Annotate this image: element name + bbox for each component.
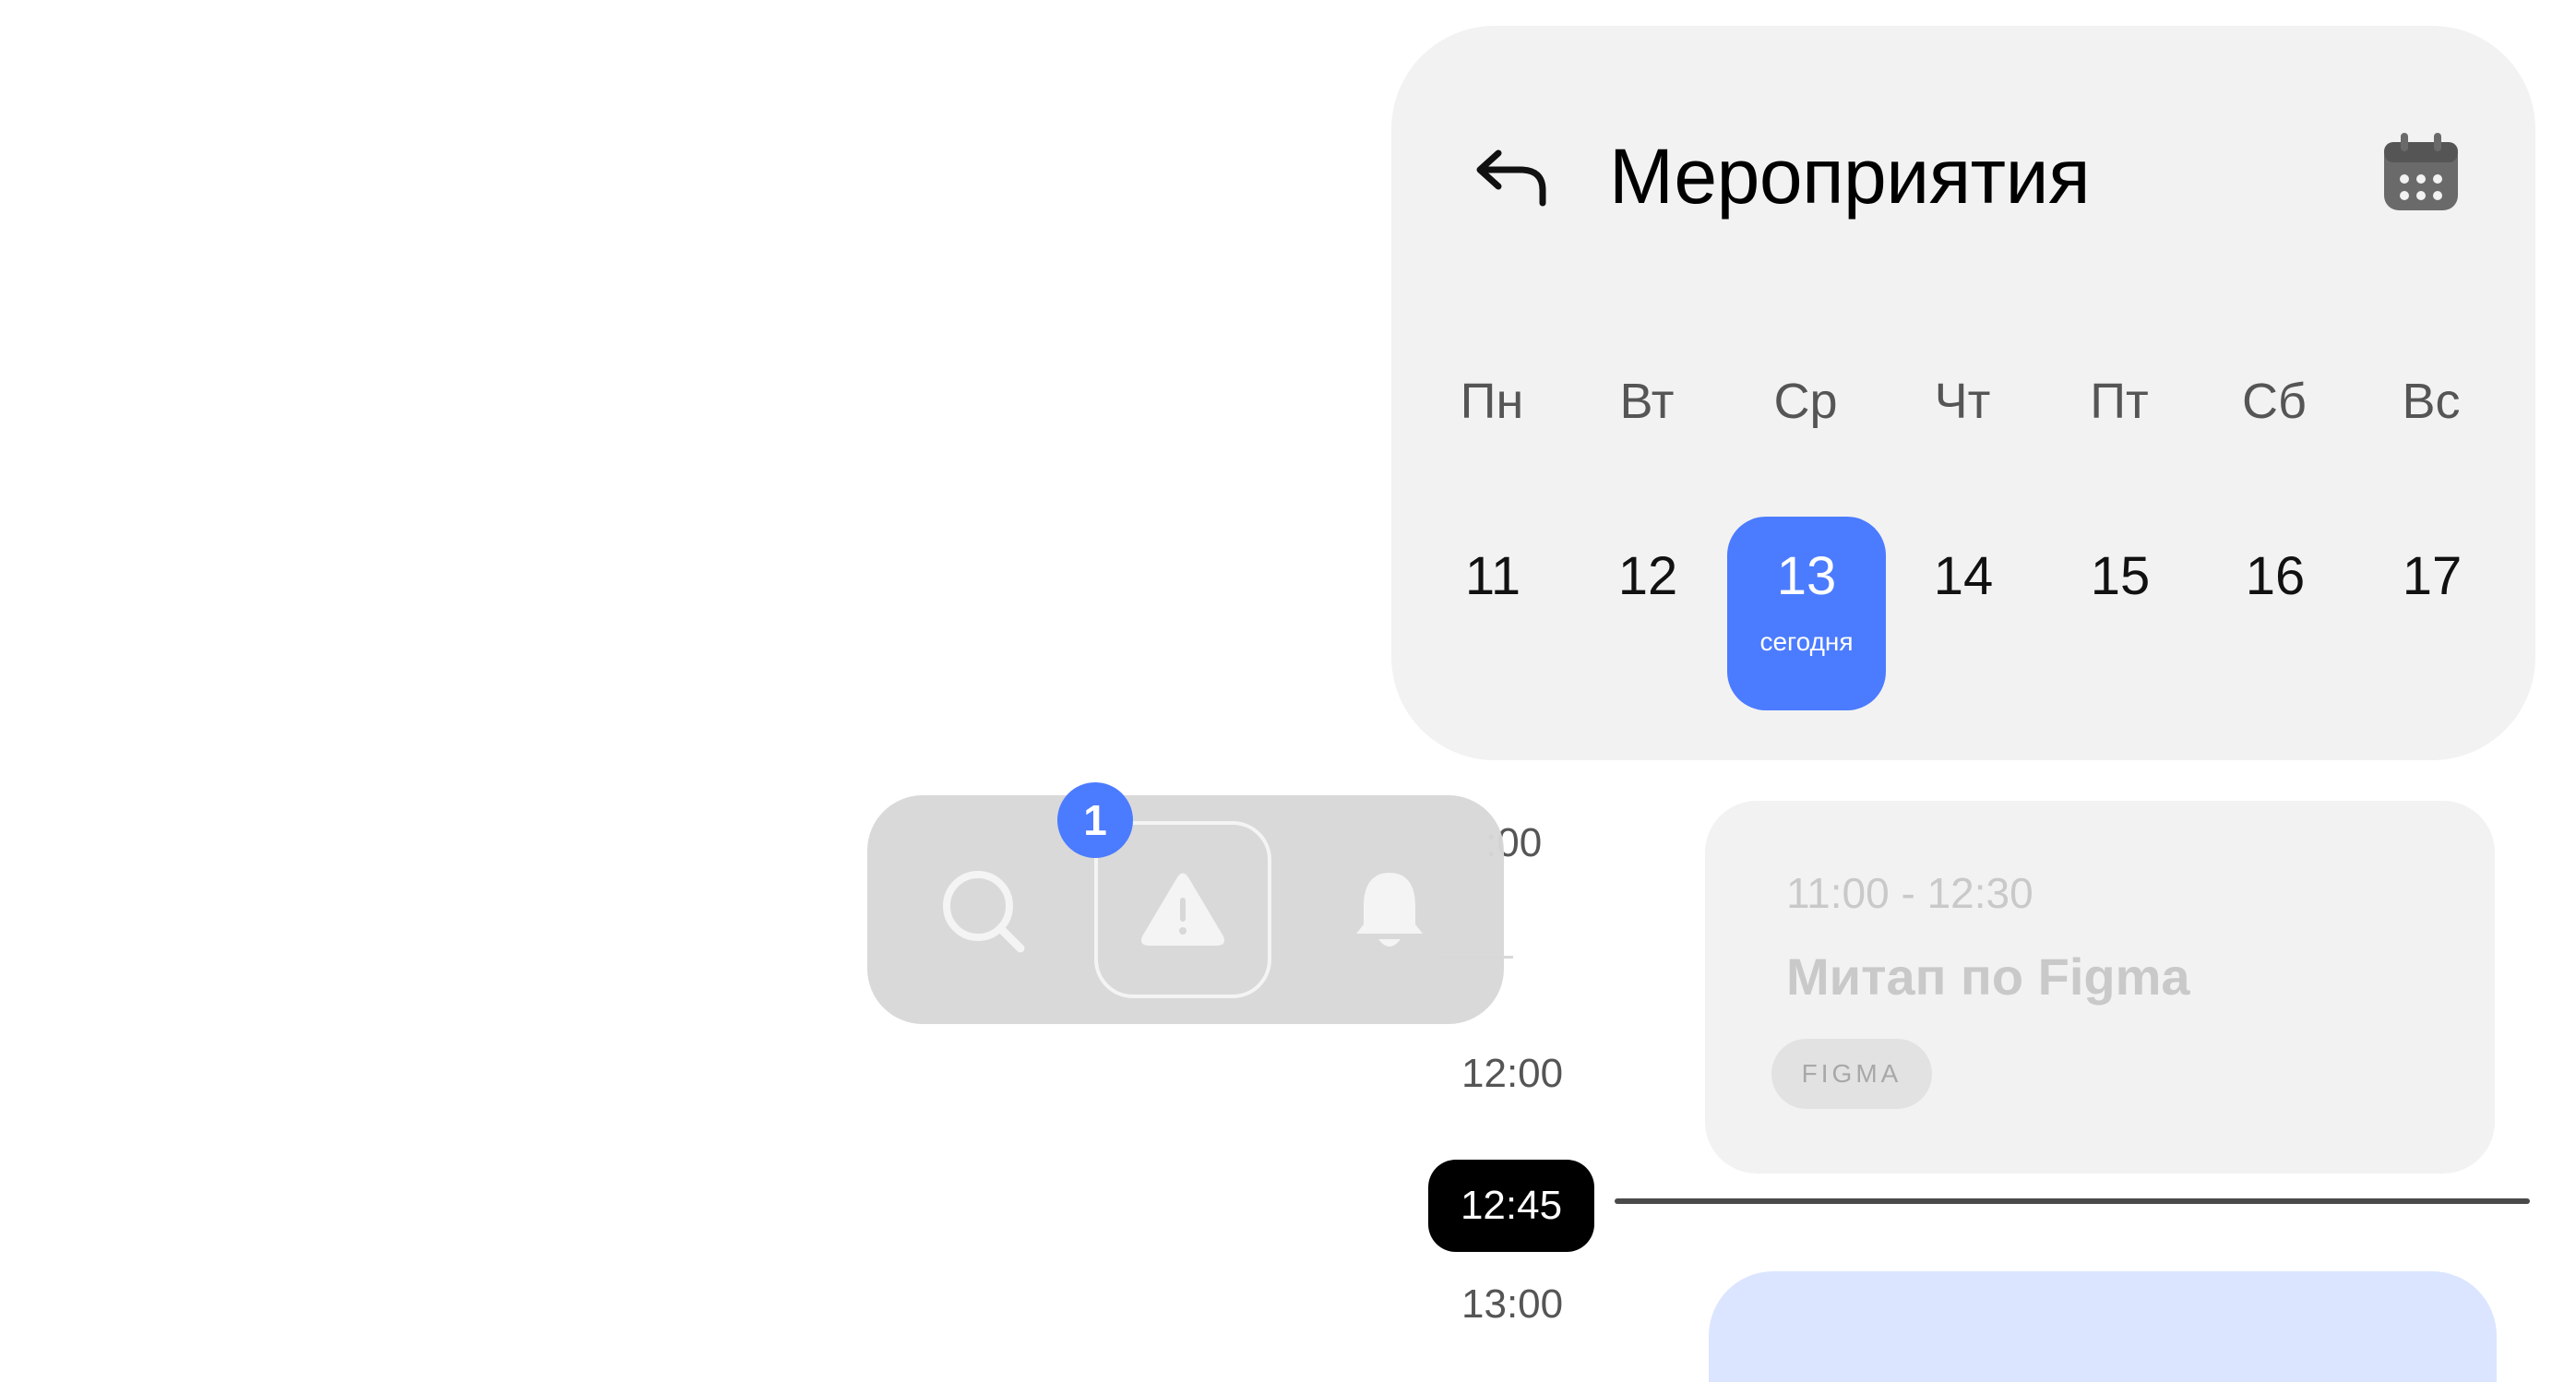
event-time: 11:00 - 12:30 [1786, 869, 2033, 917]
search-icon [943, 871, 1025, 953]
notifications-button[interactable] [1325, 847, 1454, 976]
weekday-tue: Вт [1619, 374, 1675, 429]
bell-icon [1356, 873, 1423, 947]
calendar-icon [2384, 133, 2458, 210]
date-number: 13 [1776, 546, 1837, 606]
weekday-fri: Пт [2090, 374, 2149, 429]
date-cell-11[interactable]: 11 [1413, 517, 1572, 710]
date-number: 15 [2090, 546, 2151, 606]
back-arrow-icon [1476, 149, 1546, 207]
weekday-sun: Вс [2402, 374, 2461, 429]
date-number: 11 [1464, 546, 1521, 606]
page-title: Мероприятия [1609, 133, 2091, 220]
date-number: 17 [2402, 546, 2463, 606]
notification-count-badge: 1 [1057, 782, 1133, 858]
event-card-next[interactable] [1709, 1271, 2497, 1382]
date-cell-15[interactable]: 15 [2041, 517, 2200, 710]
event-tag: FIGMA [1771, 1039, 1932, 1109]
current-time-indicator: 12:45 [1428, 1160, 1594, 1252]
date-number: 16 [2245, 546, 2306, 606]
calendar-button[interactable] [2380, 131, 2462, 214]
date-number: 14 [1933, 546, 1994, 606]
search-button[interactable] [919, 847, 1048, 976]
date-cell-14[interactable]: 14 [1884, 517, 2043, 710]
current-time-line [1615, 1198, 2530, 1204]
weekday-wed: Ср [1773, 374, 1838, 429]
date-cell-16[interactable]: 16 [2196, 517, 2355, 710]
date-cell-today[interactable]: 13 сегодня [1727, 517, 1886, 710]
time-label-12: 12:00 [1461, 1051, 1564, 1096]
weekday-sat: Сб [2242, 374, 2307, 429]
back-button[interactable] [1473, 138, 1550, 216]
weekday-mon: Пн [1460, 374, 1524, 429]
time-label-13: 13:00 [1461, 1281, 1564, 1327]
weekday-thu: Чт [1934, 374, 1991, 429]
today-label: сегодня [1759, 627, 1854, 656]
date-number: 12 [1617, 546, 1678, 606]
date-cell-17[interactable]: 17 [2353, 517, 2511, 710]
event-title: Митап по Figma [1786, 947, 2190, 1006]
alert-icon [1141, 873, 1224, 946]
date-cell-12[interactable]: 12 [1568, 517, 1727, 710]
